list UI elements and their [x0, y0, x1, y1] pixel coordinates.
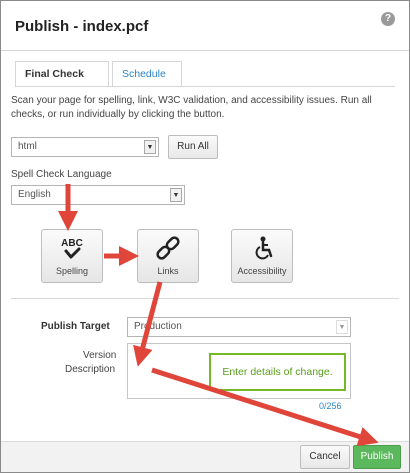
version-label-line1: Version [83, 350, 117, 361]
chevron-down-icon: ▼ [170, 188, 182, 202]
cancel-button[interactable]: Cancel [300, 445, 350, 469]
final-check-description: Scan your page for spelling, link, W3C v… [11, 95, 372, 120]
chevron-down-icon: ▼ [144, 140, 156, 154]
validator-select-value: html [18, 141, 37, 152]
publish-target-select[interactable]: Production ▼ [127, 317, 351, 337]
character-counter: 0/256 [319, 401, 342, 411]
svg-text:ABC: ABC [61, 238, 83, 249]
validator-select[interactable]: html ▼ [11, 137, 159, 157]
spelling-button[interactable]: ABC Spelling [41, 229, 103, 283]
spelling-button-label: Spelling [55, 266, 89, 276]
run-all-button[interactable]: Run All [168, 135, 218, 159]
publish-target-value: Production [134, 321, 182, 332]
help-icon[interactable]: ? [381, 12, 395, 26]
links-button[interactable]: Links [137, 229, 199, 283]
publish-dialog: Publish - index.pcf ? Final Check Schedu… [0, 0, 410, 473]
accessibility-wheelchair-icon [255, 236, 273, 260]
spelling-abc-check-icon: ABC [61, 238, 83, 259]
spell-check-language-value: English [18, 189, 51, 200]
tab-divider [15, 86, 395, 87]
version-label-line2: Description [65, 364, 116, 375]
section-divider [11, 298, 399, 299]
spell-check-language-select[interactable]: English ▼ [11, 185, 185, 205]
dialog-title: Publish - index.pcf [15, 18, 149, 35]
publish-button[interactable]: Publish [353, 445, 401, 469]
accessibility-button-label: Accessibility [237, 266, 287, 276]
dialog-titlebar: Publish - index.pcf ? [1, 1, 409, 51]
tab-schedule[interactable]: Schedule [112, 61, 182, 87]
publish-target-label: Publish Target [41, 321, 110, 332]
tab-final-check[interactable]: Final Check [15, 61, 109, 87]
links-button-label: Links [157, 266, 179, 276]
version-description-hint: Enter details of change. [209, 353, 346, 391]
chevron-down-icon: ▼ [336, 320, 348, 334]
spell-check-language-label: Spell Check Language [11, 169, 112, 180]
accessibility-button[interactable]: Accessibility [231, 229, 293, 283]
link-chain-icon [156, 236, 180, 260]
